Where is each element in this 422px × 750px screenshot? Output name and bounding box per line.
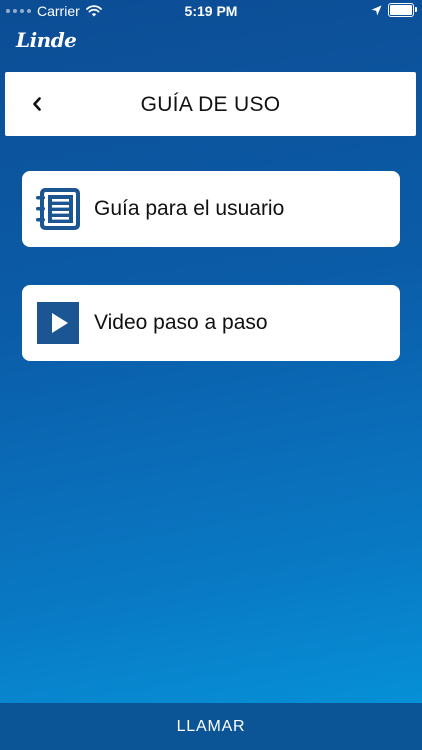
location-arrow-icon bbox=[371, 5, 382, 15]
video-tutorial-button[interactable]: Video paso a paso bbox=[22, 285, 400, 361]
linde-logo: Linde bbox=[16, 28, 77, 52]
call-button[interactable]: LLAMAR bbox=[0, 703, 422, 750]
play-icon bbox=[34, 299, 82, 347]
status-bar: Carrier 5:19 PM bbox=[0, 0, 422, 22]
battery-icon bbox=[388, 3, 417, 17]
page-title: GUÍA DE USO bbox=[140, 93, 281, 116]
status-time: 5:19 PM bbox=[184, 3, 238, 19]
video-tutorial-label: Video paso a paso bbox=[94, 311, 268, 334]
status-right bbox=[371, 3, 417, 17]
user-guide-label: Guía para el usuario bbox=[94, 197, 285, 220]
page-header: GUÍA DE USO bbox=[5, 72, 416, 136]
notebook-icon bbox=[34, 185, 82, 233]
user-guide-button[interactable]: Guía para el usuario bbox=[22, 171, 400, 247]
